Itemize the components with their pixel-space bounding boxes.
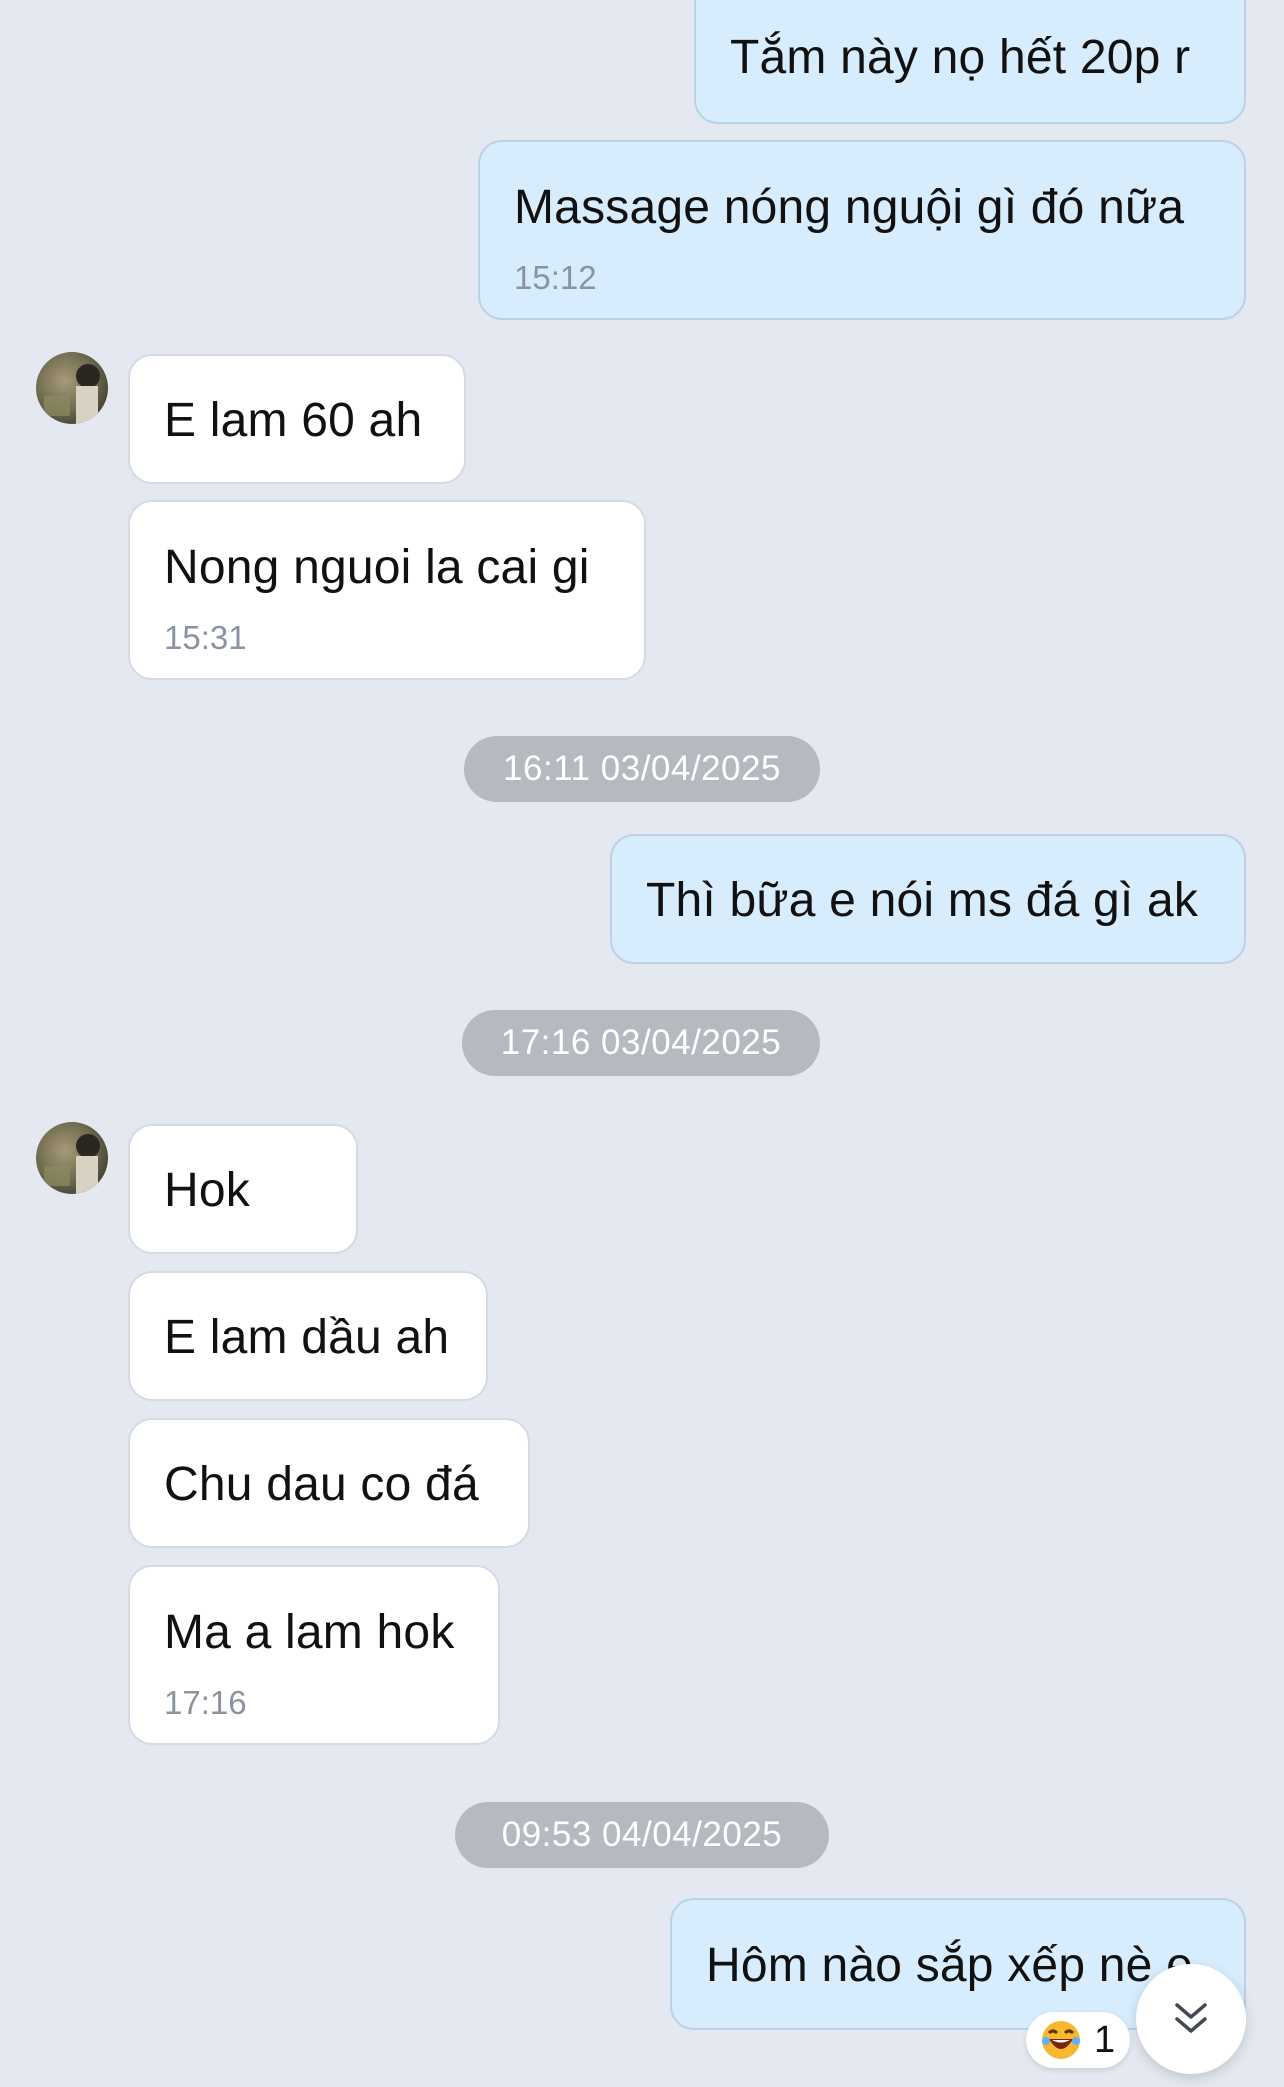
message-bubble-incoming[interactable]: Hok xyxy=(128,1124,358,1254)
date-separator: 16:11 03/04/2025 xyxy=(464,736,820,802)
message-timestamp: 15:31 xyxy=(164,619,247,656)
message-text: Nong nguoi la cai gi xyxy=(164,541,590,594)
reaction-count: 1 xyxy=(1094,2018,1116,2061)
message-text: Tắm này nọ hết 20p r xyxy=(730,31,1191,84)
message-text: Thì bữa e nói ms đá gì ak xyxy=(646,874,1199,927)
message-text: E lam dầu ah xyxy=(164,1311,450,1364)
message-bubble-incoming[interactable]: Ma a lam hok 17:16 xyxy=(128,1565,500,1745)
message-bubble-incoming[interactable]: Chu dau co đá xyxy=(128,1418,530,1548)
message-text: Chu dau co đá xyxy=(164,1458,479,1511)
date-separator: 09:53 04/04/2025 xyxy=(455,1802,829,1868)
message-timestamp: 15:12 xyxy=(514,259,597,296)
message-bubble-outgoing[interactable]: Thì bữa e nói ms đá gì ak xyxy=(610,834,1246,964)
message-bubble-outgoing[interactable]: Massage nóng nguội gì đó nữa 15:12 xyxy=(478,140,1246,320)
message-timestamp: 17:16 xyxy=(164,1684,247,1721)
message-bubble-incoming[interactable]: Nong nguoi la cai gi 15:31 xyxy=(128,500,646,680)
message-bubble-incoming[interactable]: E lam dầu ah xyxy=(128,1271,488,1401)
date-separator: 17:16 03/04/2025 xyxy=(462,1010,820,1076)
message-text: Massage nóng nguội gì đó nữa xyxy=(514,181,1185,234)
message-bubble-incoming[interactable]: E lam 60 ah xyxy=(128,354,466,484)
message-text: E lam 60 ah xyxy=(164,394,423,447)
message-text: Hok xyxy=(164,1164,250,1217)
laughing-face-icon xyxy=(1040,2019,1082,2061)
contact-avatar[interactable] xyxy=(36,1122,108,1194)
double-chevron-down-icon xyxy=(1171,1999,1211,2039)
message-text: Ma a lam hok xyxy=(164,1606,455,1659)
scroll-to-bottom-button[interactable] xyxy=(1136,1964,1246,2074)
message-reaction[interactable]: 1 xyxy=(1026,2012,1130,2068)
message-bubble-outgoing[interactable]: Tắm này nọ hết 20p r xyxy=(694,0,1246,124)
contact-avatar[interactable] xyxy=(36,352,108,424)
message-text: Hôm nào sắp xếp nè e xyxy=(706,1939,1193,1992)
chat-message-list[interactable]: Tắm này nọ hết 20p r Massage nóng nguội … xyxy=(0,0,1284,2087)
